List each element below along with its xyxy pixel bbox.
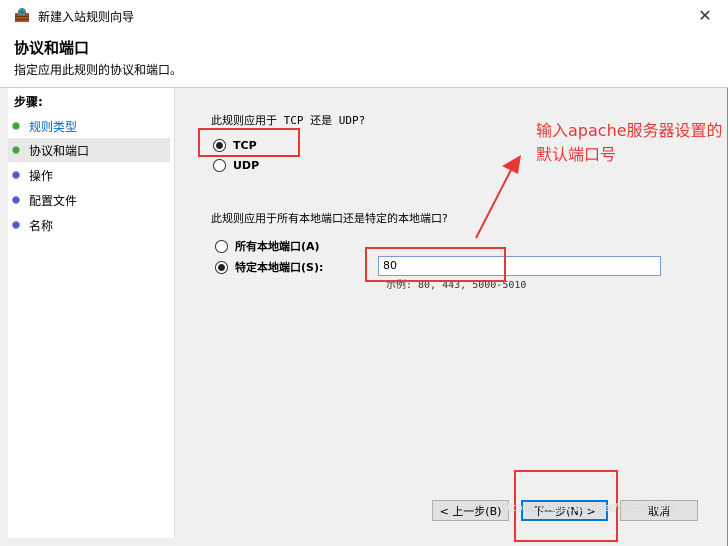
step-label: 规则类型: [29, 119, 78, 134]
tcp-highlight-box: [198, 128, 300, 157]
steps-panel: 步骤: 规则类型 协议和端口 操作 配置文件 名称: [8, 88, 175, 538]
page-title: 协议和端口: [14, 39, 90, 57]
step-current-icon: [13, 147, 19, 153]
title-bar: 新建入站规则向导 ✕: [0, 0, 728, 32]
step-label: 协议和端口: [29, 143, 90, 158]
radio-checked-icon: [215, 260, 228, 274]
udp-label: UDP: [233, 159, 260, 172]
all-ports-label: 所有本地端口(A): [235, 240, 320, 253]
page-subtitle: 指定应用此规则的协议和端口。: [14, 63, 183, 77]
page-header: 协议和端口 指定应用此规则的协议和端口。: [0, 31, 728, 88]
radio-unchecked-icon: [213, 159, 226, 172]
specific-ports-radio[interactable]: 特定本地端口(S):: [215, 259, 323, 275]
udp-radio[interactable]: UDP: [213, 159, 259, 172]
step-pending-icon: [13, 172, 19, 178]
step-rule-type[interactable]: 规则类型: [8, 114, 170, 138]
wizard-window: 新建入站规则向导 ✕ 协议和端口 指定应用此规则的协议和端口。 步骤: 规则类型…: [0, 0, 728, 546]
back-button[interactable]: < 上一步(B): [432, 500, 509, 521]
radio-unchecked-icon: [215, 239, 228, 253]
step-pending-icon: [13, 197, 19, 203]
step-action[interactable]: 操作: [8, 163, 170, 187]
step-profile[interactable]: 配置文件: [8, 188, 170, 212]
port-highlight-box: [365, 247, 506, 282]
annotation-text: 输入apache服务器设置的默认端口号: [536, 121, 723, 164]
window-title: 新建入站规则向导: [38, 10, 135, 24]
step-pending-icon: [13, 222, 19, 228]
steps-label: 步骤:: [14, 95, 43, 109]
protocol-question: 此规则应用于 TCP 还是 UDP?: [211, 114, 366, 127]
firewall-icon: [15, 8, 29, 22]
ports-question: 此规则应用于所有本地端口还是特定的本地端口?: [211, 212, 448, 225]
watermark: https://blog.csdn.net/qianfeifeio: [500, 501, 676, 514]
all-ports-radio[interactable]: 所有本地端口(A): [215, 238, 320, 254]
close-icon: ✕: [698, 6, 712, 25]
specific-ports-label: 特定本地端口(S):: [235, 261, 324, 274]
step-label: 名称: [29, 218, 54, 233]
step-label: 配置文件: [29, 193, 78, 208]
step-label: 操作: [29, 168, 54, 183]
step-protocol-ports[interactable]: 协议和端口: [8, 138, 170, 162]
close-button[interactable]: ✕: [682, 0, 728, 31]
step-name[interactable]: 名称: [8, 213, 170, 237]
step-done-icon: [13, 123, 19, 129]
